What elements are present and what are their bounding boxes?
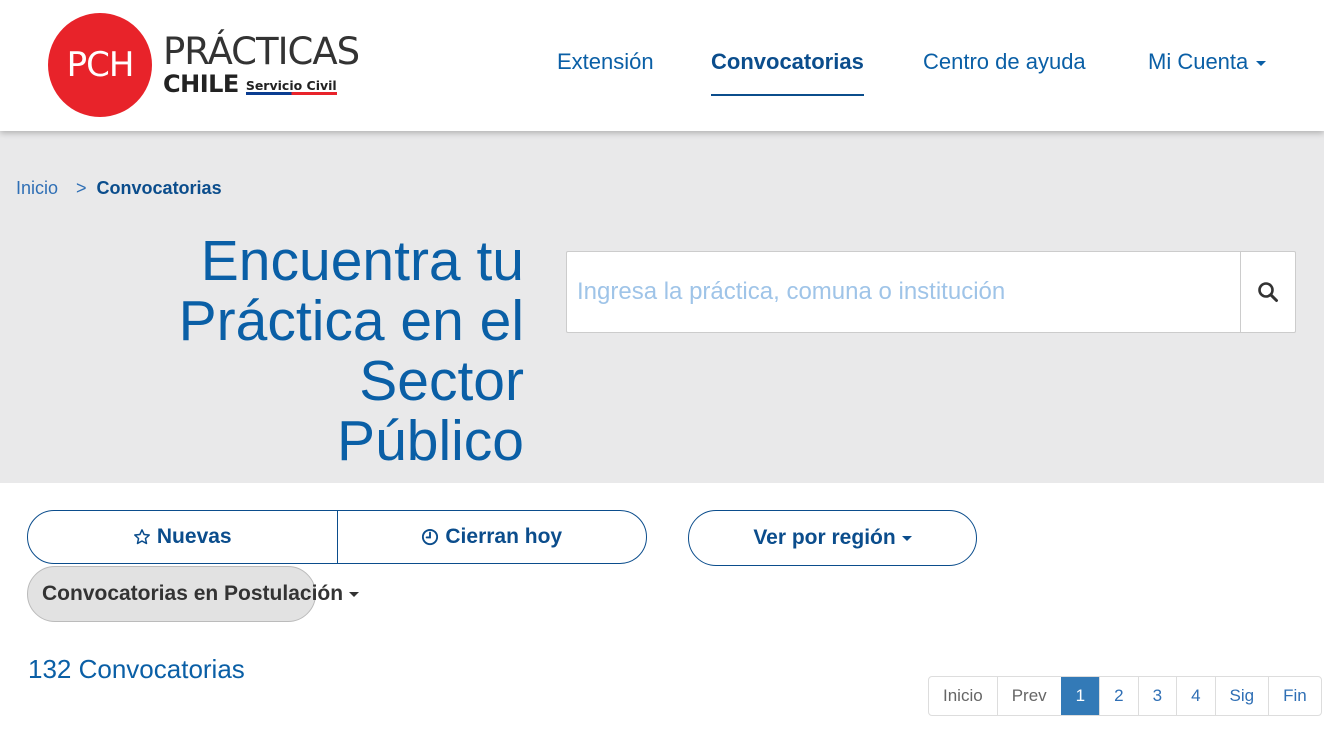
page-title-line-3: Público	[337, 409, 524, 473]
breadcrumb-home[interactable]: Inicio	[16, 178, 58, 199]
quick-filter-group: Nuevas Cierran hoy	[27, 510, 647, 564]
caret-down-icon	[349, 591, 360, 597]
logo-sub-text: CHILE	[163, 70, 239, 98]
page-title-line-2: Práctica en el Sector	[178, 289, 524, 413]
caret-down-icon	[901, 535, 912, 541]
star-icon	[133, 528, 151, 546]
nav-centro-ayuda[interactable]: Centro de ayuda	[923, 46, 1086, 96]
pagination-page-3[interactable]: 3	[1137, 677, 1176, 715]
nav-extension[interactable]: Extensión	[557, 46, 654, 96]
hero-section: Inicio > Convocatorias Encuentra tu Prác…	[0, 131, 1324, 483]
cierran-hoy-label: Cierran hoy	[445, 525, 563, 548]
pagination-page-1[interactable]: 1	[1060, 677, 1100, 715]
breadcrumb-separator: >	[76, 178, 87, 198]
logo-tagline: Servicio Civil	[245, 78, 337, 95]
pagination-last[interactable]: Fin	[1268, 677, 1321, 715]
search-icon	[1258, 282, 1278, 302]
pagination-next[interactable]: Sig	[1214, 677, 1269, 715]
page-title-line-1: Encuentra tu	[200, 229, 524, 293]
nuevas-button[interactable]: Nuevas	[28, 511, 337, 563]
region-dropdown-button[interactable]: Ver por región	[688, 510, 977, 566]
breadcrumb-current: Convocatorias	[96, 178, 222, 198]
pagination-first[interactable]: Inicio	[929, 677, 997, 715]
search-bar	[566, 251, 1296, 333]
pagination-page-4[interactable]: 4	[1176, 677, 1214, 715]
page-title: Encuentra tu Práctica en el Sector Públi…	[4, 231, 524, 471]
logo-main-text: PRÁCTICAS	[163, 30, 360, 73]
nav-mi-cuenta[interactable]: Mi Cuenta	[1148, 46, 1267, 96]
status-dropdown-label[interactable]: Convocatorias en Postulación	[42, 582, 360, 606]
search-button[interactable]	[1240, 252, 1295, 332]
logo-wordmark[interactable]: PRÁCTICAS CHILE Servicio Civil	[163, 30, 363, 98]
site-header: PCH PRÁCTICAS CHILE Servicio Civil Exten…	[0, 0, 1324, 131]
caret-down-icon	[1256, 60, 1267, 66]
nuevas-label: Nuevas	[156, 525, 232, 548]
breadcrumb: Inicio > Convocatorias	[16, 178, 222, 199]
region-label: Ver por región	[753, 526, 896, 549]
search-input[interactable]	[567, 252, 1240, 332]
logo-badge-text: PCH	[66, 45, 135, 85]
clock-icon	[421, 528, 439, 546]
logo-badge[interactable]: PCH	[48, 13, 152, 117]
nav-mi-cuenta-label: Mi Cuenta	[1148, 49, 1249, 74]
pagination-prev[interactable]: Prev	[996, 677, 1061, 715]
pagination: Inicio Prev 1 2 3 4 Sig Fin	[928, 676, 1322, 716]
pagination-page-2[interactable]: 2	[1099, 677, 1137, 715]
cierran-hoy-button[interactable]: Cierran hoy	[336, 511, 647, 563]
nav-convocatorias[interactable]: Convocatorias	[711, 46, 864, 96]
results-count: 132 Convocatorias	[28, 654, 245, 684]
status-label: Convocatorias en Postulación	[42, 582, 344, 605]
